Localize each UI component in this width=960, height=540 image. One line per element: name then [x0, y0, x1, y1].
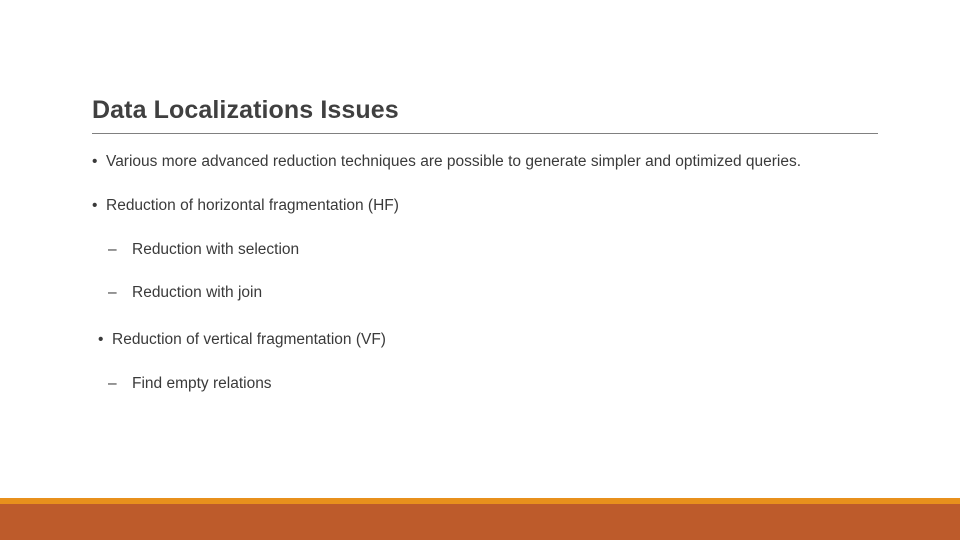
list-item-text: Reduction of vertical fragmentation (VF) — [112, 331, 386, 349]
title-divider — [92, 133, 878, 134]
bullet-marker-icon: • — [92, 197, 98, 215]
sub-list-item-text: Reduction with join — [132, 284, 263, 302]
bullet-marker-icon: • — [98, 331, 104, 349]
bullet-list: • Various more advanced reduction techni… — [92, 150, 882, 405]
list-item-text: Reduction of horizontal fragmentation (H… — [106, 197, 399, 215]
sub-list-item: – Find empty relations — [108, 372, 882, 396]
list-item: • Reduction of horizontal fragmentation … — [92, 194, 882, 218]
dash-marker-icon: – — [108, 241, 117, 259]
sub-list-item-text: Find empty relations — [132, 375, 272, 393]
dash-marker-icon: – — [108, 375, 117, 393]
footer-band — [0, 504, 960, 540]
sub-list-item: – Reduction with selection — [108, 238, 882, 262]
sub-list-item: – Reduction with join — [108, 281, 882, 305]
list-item: • Reduction of vertical fragmentation (V… — [98, 328, 882, 352]
list-item-text: Various more advanced reduction techniqu… — [106, 153, 802, 170]
title-block: Data Localizations Issues — [92, 96, 878, 125]
bullet-marker-icon: • — [92, 153, 98, 170]
list-item: • Various more advanced reduction techni… — [92, 150, 882, 174]
page-title: Data Localizations Issues — [92, 96, 399, 124]
presentation-slide: Data Localizations Issues • Various more… — [0, 0, 960, 540]
sub-list-item-text: Reduction with selection — [132, 241, 300, 259]
dash-marker-icon: – — [108, 284, 117, 302]
